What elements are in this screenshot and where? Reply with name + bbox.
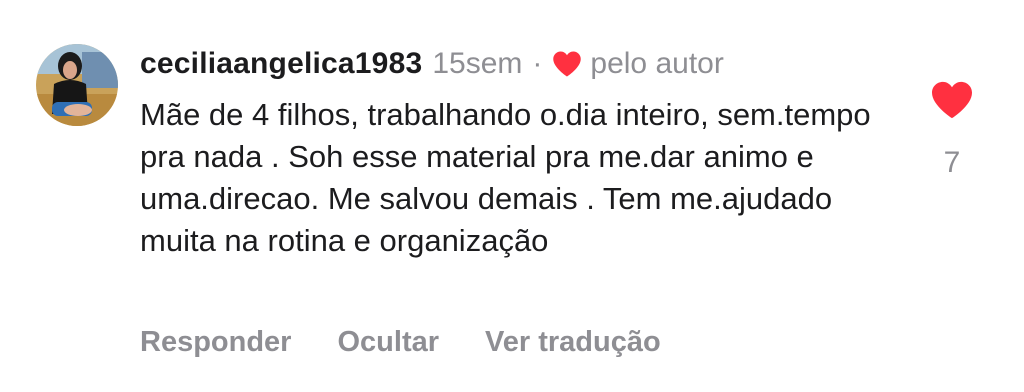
heart-icon (552, 50, 582, 78)
comment-actions: Responder Ocultar Ver tradução (140, 320, 707, 364)
liked-by-author-label: pelo autor (590, 47, 724, 80)
separator-dot: · (532, 47, 543, 80)
like-heart-icon[interactable] (930, 80, 974, 120)
timestamp: 15sem (432, 47, 523, 80)
comment-text: Mãe de 4 filhos, trabalhando o.dia intei… (140, 97, 871, 258)
username[interactable]: ceciliaangelica1983 (140, 47, 422, 81)
avatar[interactable] (36, 44, 118, 126)
comment-header: ceciliaangelica1983 15sem · pelo autor (140, 44, 724, 84)
reply-button[interactable]: Responder (140, 326, 291, 359)
like-count: 7 (943, 146, 961, 179)
like-column: 7 (922, 80, 982, 180)
translate-button[interactable]: Ver tradução (485, 326, 661, 359)
hide-button[interactable]: Ocultar (337, 326, 439, 359)
comment-item: ceciliaangelica1983 15sem · pelo autor M… (0, 0, 1024, 392)
